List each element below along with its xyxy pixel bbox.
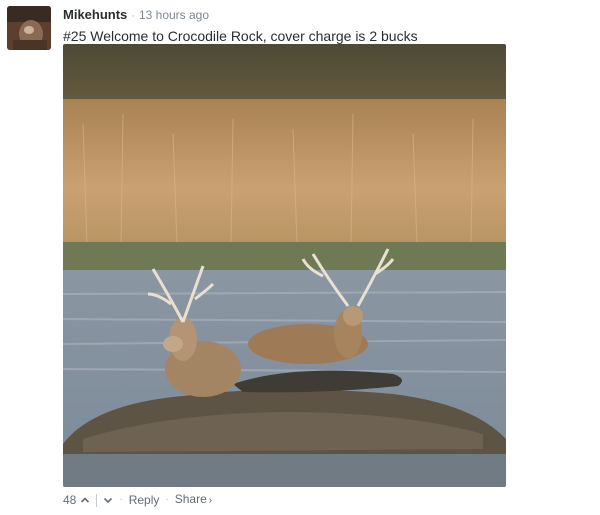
upvote-count: 48: [63, 493, 77, 507]
share-link[interactable]: Share ›: [175, 491, 212, 509]
avatar[interactable]: [7, 6, 51, 50]
comment-photo[interactable]: [63, 44, 506, 487]
deer-on-crocodile-image: [63, 44, 506, 487]
upvote-icon[interactable]: [80, 495, 90, 505]
author-name[interactable]: Mikehunts: [63, 7, 127, 22]
footer-dot: ·: [165, 494, 169, 505]
footer-dot: ·: [119, 494, 123, 505]
reply-link[interactable]: Reply: [129, 492, 160, 508]
comment-header: Mikehunts · 13 hours ago: [63, 7, 209, 24]
share-label: Share: [174, 492, 207, 506]
header-bullet: ·: [131, 10, 135, 22]
comment-footer: 48 · Reply · Share ›: [63, 491, 212, 509]
timestamp[interactable]: 13 hours ago: [139, 8, 209, 22]
vote-divider: [96, 493, 98, 507]
comment-text: #25 Welcome to Crocodile Rock, cover cha…: [63, 28, 418, 44]
downvote-icon[interactable]: [103, 495, 113, 505]
avatar-image: [7, 6, 51, 50]
chevron-right-icon: ›: [208, 495, 213, 506]
